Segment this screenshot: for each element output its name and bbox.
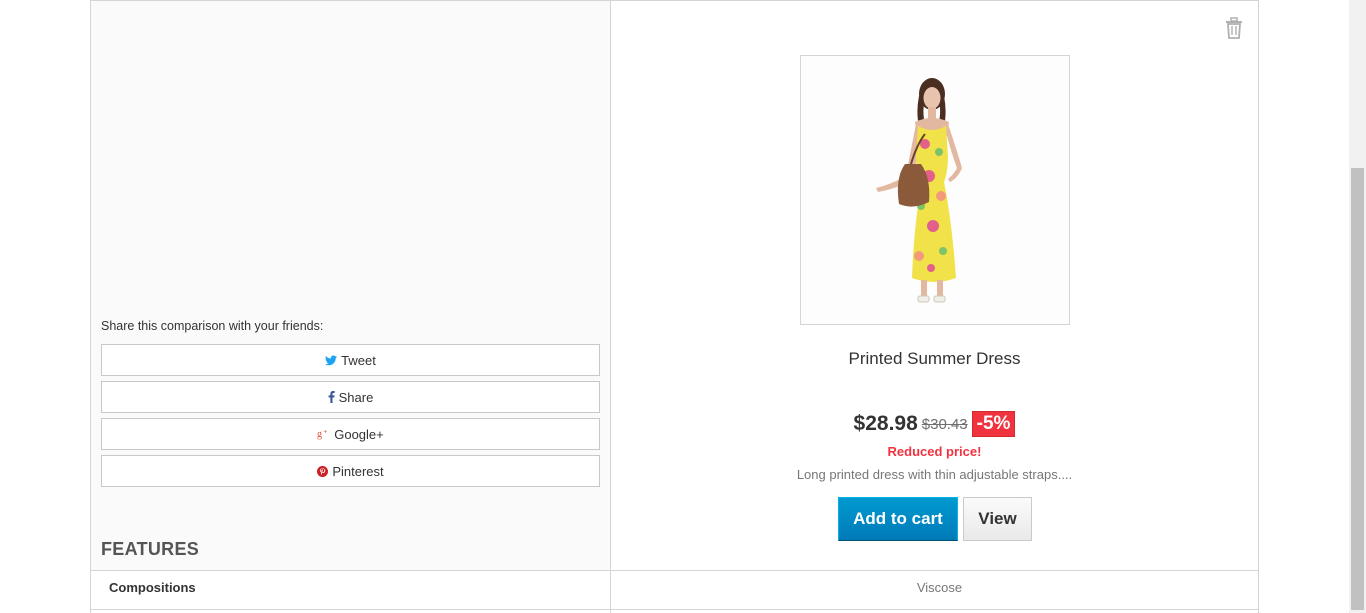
share-label: Share xyxy=(338,389,374,405)
reduced-price-label: Reduced price! xyxy=(887,444,982,459)
google-plus-label: Google+ xyxy=(334,426,384,442)
pinterest-label: Pinterest xyxy=(332,463,384,479)
google-plus-button[interactable]: g + Google+ xyxy=(101,418,600,450)
feature-value: Viscose xyxy=(916,580,963,595)
old-price: $30.43 xyxy=(921,415,968,433)
feature-row-top-border xyxy=(91,570,1258,571)
current-price: $28.98 xyxy=(853,412,918,435)
dress-model-illustration xyxy=(801,56,1069,324)
add-to-cart-button[interactable]: Add to cart xyxy=(838,497,958,541)
google-plus-icon: g + xyxy=(317,428,330,440)
facebook-share-button[interactable]: Share xyxy=(101,381,600,413)
svg-text:g: g xyxy=(317,429,322,440)
remove-product-trash-icon[interactable] xyxy=(1223,17,1245,39)
scrollbar-thumb[interactable] xyxy=(1351,168,1364,610)
tweet-label: Tweet xyxy=(341,352,376,368)
svg-text:+: + xyxy=(324,430,328,436)
comparison-table: Share this comparison with your friends:… xyxy=(90,0,1259,613)
feature-label: Compositions xyxy=(109,580,196,595)
facebook-icon xyxy=(328,391,335,403)
pinterest-icon xyxy=(317,465,329,477)
pinterest-button[interactable]: Pinterest xyxy=(101,455,600,487)
feature-row-bottom-border xyxy=(91,609,1258,610)
share-title: Share this comparison with your friends: xyxy=(101,319,324,333)
product-column: Printed Summer Dress $28.98 $30.43 -5% R… xyxy=(611,1,1258,570)
product-description: Long printed dress with thin adjustable … xyxy=(796,467,1073,482)
price-row: $28.98 $30.43 -5% xyxy=(611,411,1258,437)
product-name-link[interactable]: Printed Summer Dress xyxy=(611,349,1258,369)
comparison-left-column: Share this comparison with your friends:… xyxy=(91,1,611,570)
discount-badge: -5% xyxy=(971,411,1016,437)
page-scrollbar[interactable] xyxy=(1349,0,1366,613)
twitter-icon xyxy=(325,355,338,366)
features-heading: FEATURES xyxy=(101,539,200,559)
product-image[interactable] xyxy=(800,55,1070,325)
view-button[interactable]: View xyxy=(963,497,1032,541)
tweet-button[interactable]: Tweet xyxy=(101,344,600,376)
